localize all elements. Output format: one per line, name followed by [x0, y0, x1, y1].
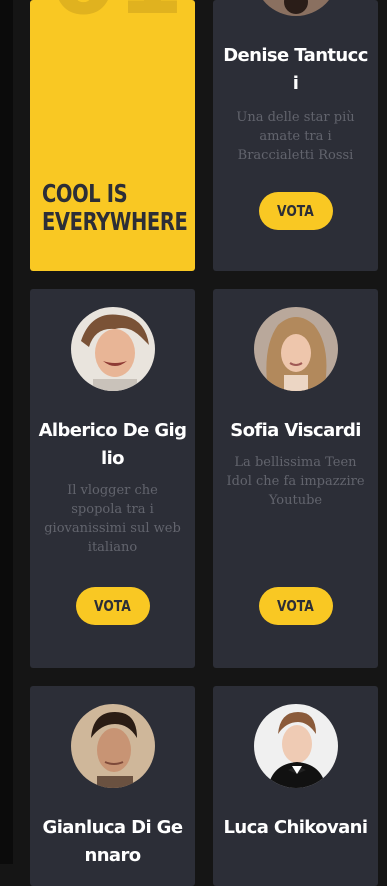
candidate-card-sofia: Sofia Viscardi La bellissima Teen Idol c… — [213, 289, 378, 668]
candidate-card-alberico: Alberico De Giglio Il vlogger che spopol… — [30, 289, 195, 668]
avatar — [253, 0, 338, 16]
avatar-photo — [70, 307, 155, 391]
candidate-name: Luca Chikovani — [223, 817, 368, 838]
page-left-edge — [0, 0, 13, 864]
promo-headline-line1: COOL IS — [42, 179, 128, 208]
candidate-card-luca: Luca Chikovani — [213, 686, 378, 886]
avatar — [70, 704, 155, 788]
vote-button[interactable]: VOTA — [258, 587, 333, 625]
candidate-description: Il vlogger che spopola tra i giovanissim… — [44, 483, 181, 555]
candidate-card-gianluca: Gianluca Di Gennaro — [30, 686, 195, 886]
avatar — [70, 307, 155, 391]
candidate-description: Una delle star più amate tra i Bracciale… — [236, 110, 355, 163]
candidate-name: Sofia Viscardi — [230, 420, 361, 441]
candidate-name: Denise Tantucci — [223, 45, 368, 94]
promo-number: 01 — [50, 0, 184, 28]
vote-button[interactable]: VOTA — [258, 192, 333, 230]
promo-headline-line2: EVERYWHERE — [42, 207, 188, 236]
avatar-photo — [70, 704, 155, 788]
candidate-name: Alberico De Giglio — [38, 420, 187, 469]
avatar — [253, 704, 338, 788]
vote-button[interactable]: VOTA — [75, 587, 150, 625]
avatar-photo — [253, 307, 338, 391]
promo-card: 01 COOL IS EVERYWHERE — [30, 0, 195, 271]
avatar — [253, 307, 338, 391]
avatar-photo — [253, 704, 338, 788]
candidate-name: Gianluca Di Gennaro — [42, 817, 184, 866]
candidate-card-denise: Denise Tantucci Una delle star più amate… — [213, 0, 378, 271]
candidate-description: La bellissima Teen Idol che fa impazzire… — [226, 455, 365, 508]
promo-headline: COOL IS EVERYWHERE — [42, 179, 188, 236]
avatar-photo — [253, 0, 338, 16]
